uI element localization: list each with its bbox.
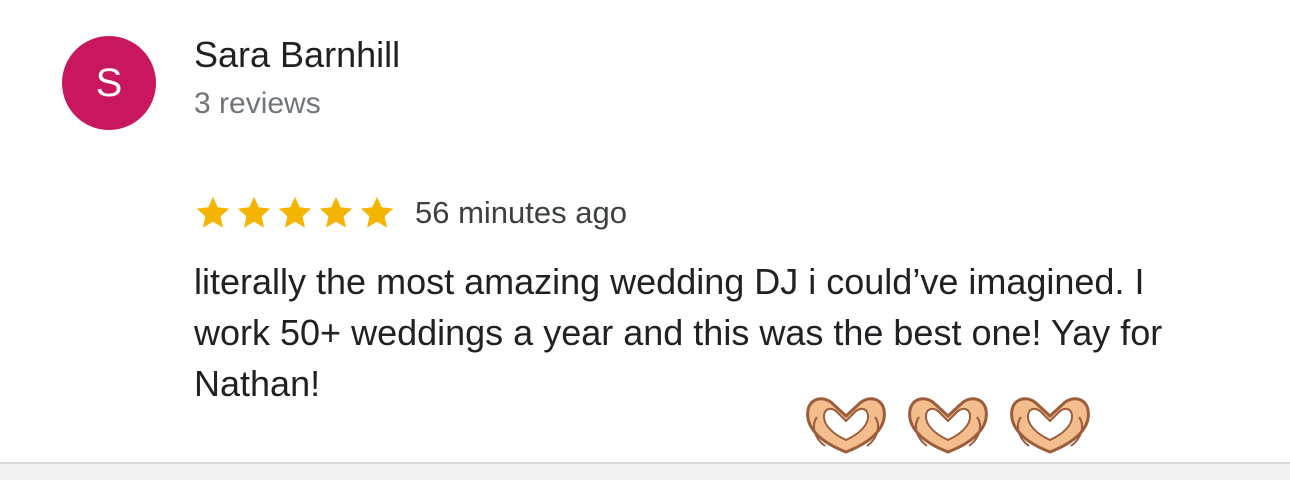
star-icon <box>360 196 394 228</box>
star-icon <box>196 196 230 228</box>
review-text: literally the most amazing wedding DJ i … <box>194 261 1163 404</box>
heart-hands-icon <box>908 397 988 454</box>
emoji-row <box>800 392 1106 460</box>
star-icon <box>319 196 353 228</box>
star-icon <box>278 196 312 228</box>
review-time: 56 minutes ago <box>415 195 627 230</box>
avatar[interactable]: S <box>62 36 156 130</box>
avatar-initial: S <box>95 61 123 105</box>
heart-hands-icon <box>1010 397 1090 454</box>
rating-row: 56 minutes ago <box>194 190 627 236</box>
reviewer-name[interactable]: Sara Barnhill <box>194 32 400 78</box>
star-rating <box>194 194 399 232</box>
star-icon <box>237 196 271 228</box>
reviewer-review-count[interactable]: 3 reviews <box>194 84 321 124</box>
bottom-band <box>0 464 1290 480</box>
heart-hands-icon <box>806 397 886 454</box>
review-card: S Sara Barnhill 3 reviews 56 minutes ago… <box>0 0 1290 464</box>
